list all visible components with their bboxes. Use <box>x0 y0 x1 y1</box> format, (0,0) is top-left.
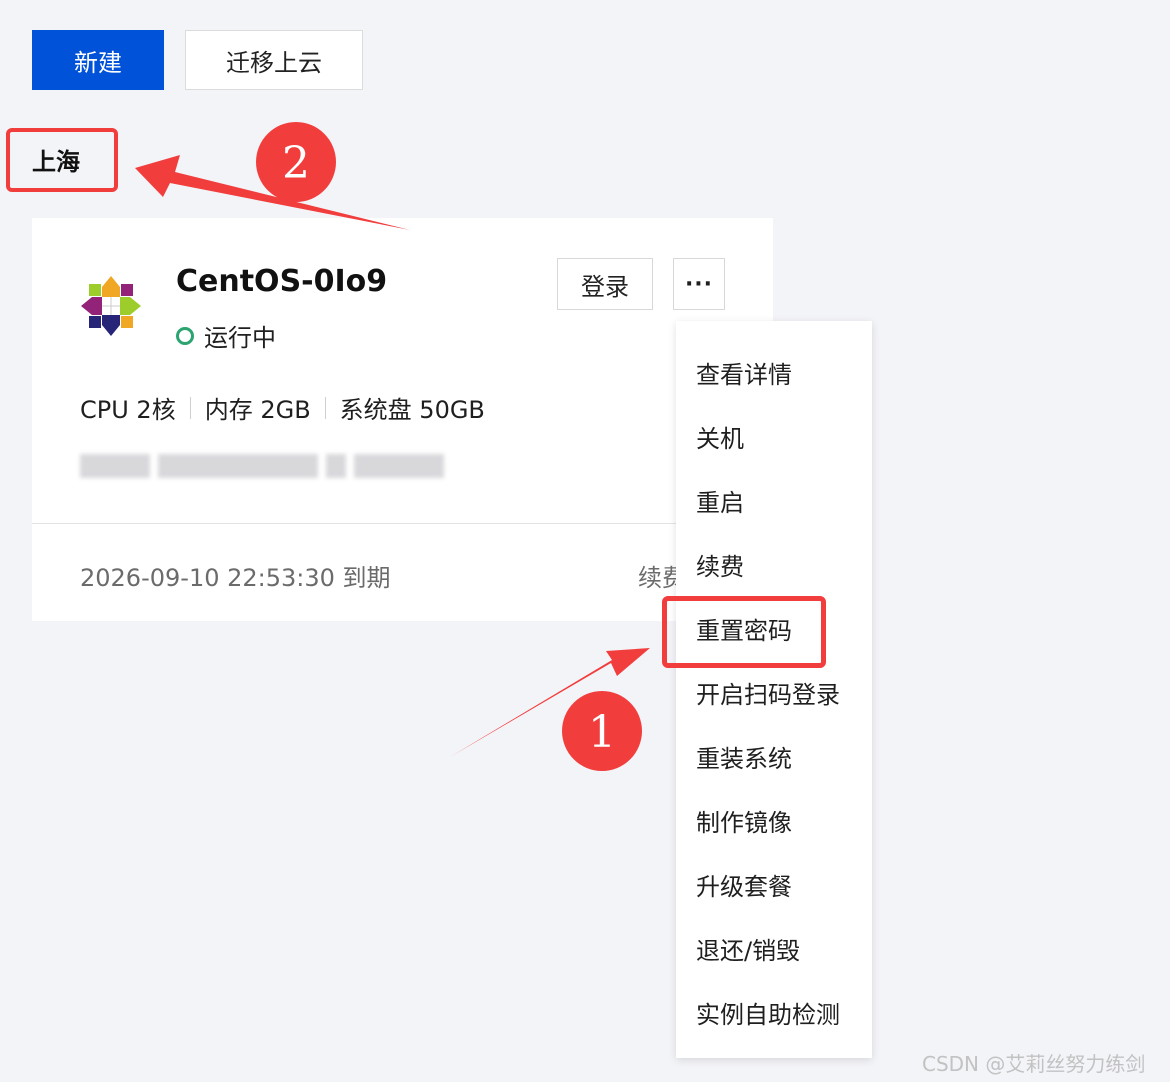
step-2-label: 2 <box>282 138 310 189</box>
annotation-overlay: 2 1 <box>135 122 650 771</box>
watermark: CSDN @艾莉丝努力练剑 <box>922 1052 1146 1076</box>
step-1-label: 1 <box>588 707 616 758</box>
